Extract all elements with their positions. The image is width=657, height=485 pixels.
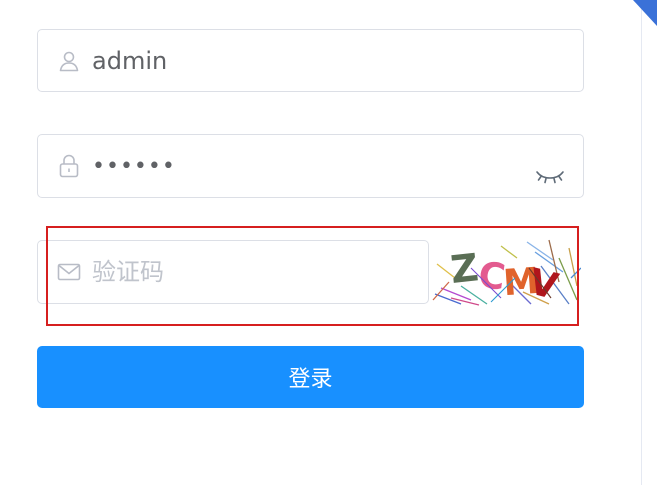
password-field[interactable] — [37, 134, 584, 198]
captcha-field[interactable] — [37, 240, 429, 304]
svg-text:Z: Z — [448, 245, 480, 292]
login-page: Z C M V 登录 — [0, 0, 657, 485]
username-field[interactable] — [37, 29, 584, 92]
eye-closed-icon[interactable] — [535, 168, 565, 188]
captcha-input[interactable] — [92, 241, 368, 303]
username-input[interactable] — [92, 30, 523, 91]
corner-triangle-icon — [633, 0, 657, 26]
login-button-label: 登录 — [288, 367, 333, 392]
panel-edge — [642, 0, 657, 485]
login-button[interactable]: 登录 — [37, 346, 584, 408]
user-icon — [56, 48, 82, 74]
password-input[interactable] — [92, 135, 523, 197]
captcha-image[interactable]: Z C M V — [431, 238, 581, 306]
envelope-icon — [56, 259, 82, 285]
lock-icon — [56, 153, 82, 179]
